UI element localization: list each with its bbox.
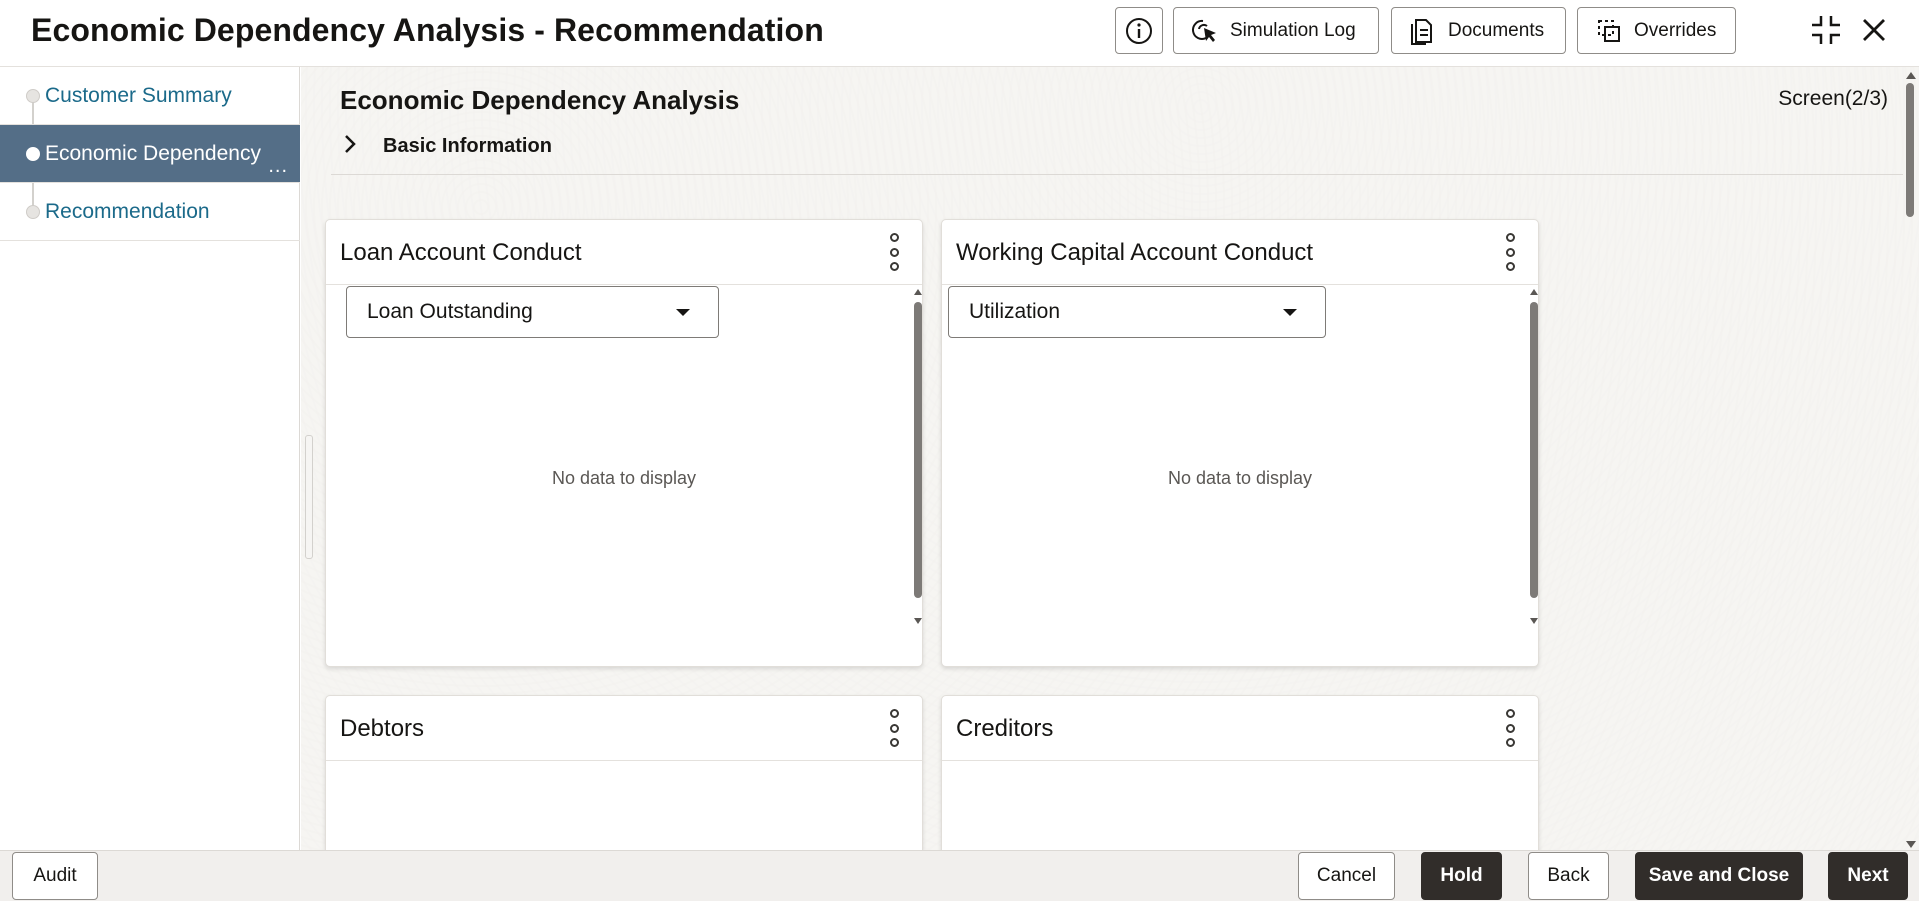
select-value: Utilization	[969, 300, 1061, 323]
info-icon	[1124, 16, 1154, 46]
card-title: Loan Account Conduct	[340, 239, 582, 266]
scroll-down-icon[interactable]	[1906, 841, 1916, 848]
scroll-up-icon[interactable]	[1530, 289, 1538, 295]
empty-state-text: No data to display	[551, 468, 697, 488]
cursor-click-icon	[1190, 16, 1220, 46]
sidebar-item-label: Economic Dependency	[45, 141, 261, 165]
card-scrollbar[interactable]	[1528, 286, 1540, 624]
next-button[interactable]: Next	[1828, 852, 1908, 900]
more-options-icon[interactable]	[1500, 233, 1520, 271]
documents-label: Documents	[1448, 19, 1545, 41]
sidebar-item-recommendation[interactable]: Recommendation	[0, 183, 300, 241]
caret-down-icon	[676, 309, 690, 316]
simulation-log-button[interactable]: Simulation Log	[1173, 7, 1379, 54]
card-divider	[942, 760, 1538, 761]
more-options-icon[interactable]	[884, 709, 904, 747]
ellipsis-icon: ...	[268, 155, 288, 177]
select-value: Loan Outstanding	[367, 300, 533, 323]
scroll-thumb[interactable]	[1530, 302, 1538, 598]
chevron-right-icon	[339, 133, 361, 155]
sidebar-item-customer-summary[interactable]: Customer Summary	[0, 67, 300, 125]
page-header-title: Economic Dependency Analysis - Recommend…	[31, 12, 824, 48]
sidebar: Customer Summary Economic Dependency ...…	[0, 67, 300, 850]
scroll-down-icon[interactable]	[1530, 618, 1538, 624]
caret-down-icon	[1283, 309, 1297, 316]
documents-button[interactable]: Documents	[1391, 7, 1566, 54]
overrides-label: Overrides	[1634, 19, 1717, 41]
save-and-close-button[interactable]: Save and Close	[1635, 852, 1803, 900]
creditors-card: Creditors	[941, 695, 1539, 850]
step-dot	[26, 146, 40, 161]
working-capital-metric-select[interactable]: Utilization	[948, 286, 1326, 338]
screen-indicator: Screen(2/3)	[1778, 87, 1888, 110]
empty-state-text: No data to display	[1167, 468, 1313, 488]
back-button[interactable]: Back	[1528, 852, 1609, 900]
sidebar-item-label: Recommendation	[45, 199, 210, 223]
close-icon[interactable]	[1856, 12, 1892, 48]
sidebar-item-label: Customer Summary	[45, 83, 232, 107]
main-content: Economic Dependency Analysis Screen(2/3)…	[301, 67, 1919, 850]
scroll-thumb[interactable]	[1906, 83, 1914, 217]
loan-account-conduct-card: Loan Account Conduct Loan Outstanding No…	[325, 219, 923, 667]
more-options-icon[interactable]	[884, 233, 904, 271]
scroll-up-icon[interactable]	[914, 289, 922, 295]
audit-button[interactable]: Audit	[12, 852, 98, 900]
card-divider	[326, 284, 922, 285]
main-scrollbar[interactable]	[1903, 69, 1917, 848]
page-title: Economic Dependency Analysis	[340, 85, 740, 115]
overrides-button[interactable]: Overrides	[1577, 7, 1736, 54]
app-header: Economic Dependency Analysis - Recommend…	[0, 0, 1919, 67]
scroll-thumb[interactable]	[914, 302, 922, 598]
step-dot	[26, 204, 40, 219]
debtors-card: Debtors	[325, 695, 923, 850]
scroll-down-icon[interactable]	[914, 618, 922, 624]
working-capital-account-conduct-card: Working Capital Account Conduct Utilizat…	[941, 219, 1539, 667]
info-button[interactable]	[1115, 7, 1163, 54]
sidebar-resize-handle[interactable]	[305, 435, 313, 559]
basic-information-toggle[interactable]: Basic Information	[331, 113, 1903, 175]
sidebar-item-economic-dependency[interactable]: Economic Dependency ...	[0, 125, 300, 183]
step-dot	[26, 88, 40, 103]
document-icon	[1408, 16, 1438, 46]
card-divider	[942, 284, 1538, 285]
more-options-icon[interactable]	[1500, 709, 1520, 747]
card-divider	[326, 760, 922, 761]
loan-metric-select[interactable]: Loan Outstanding	[346, 286, 719, 338]
card-scrollbar[interactable]	[912, 286, 924, 624]
collapse-icon[interactable]	[1808, 12, 1844, 48]
hold-button[interactable]: Hold	[1421, 852, 1502, 900]
overrides-icon	[1594, 16, 1624, 46]
basic-information-label: Basic Information	[383, 135, 552, 157]
scroll-up-icon[interactable]	[1906, 72, 1916, 79]
simulation-log-label: Simulation Log	[1230, 19, 1356, 41]
footer: Audit Cancel Hold Back Save and Close Ne…	[0, 850, 1919, 901]
card-title: Working Capital Account Conduct	[956, 239, 1314, 266]
cancel-button[interactable]: Cancel	[1298, 852, 1395, 900]
card-title: Debtors	[340, 715, 425, 742]
card-title: Creditors	[956, 715, 1054, 742]
